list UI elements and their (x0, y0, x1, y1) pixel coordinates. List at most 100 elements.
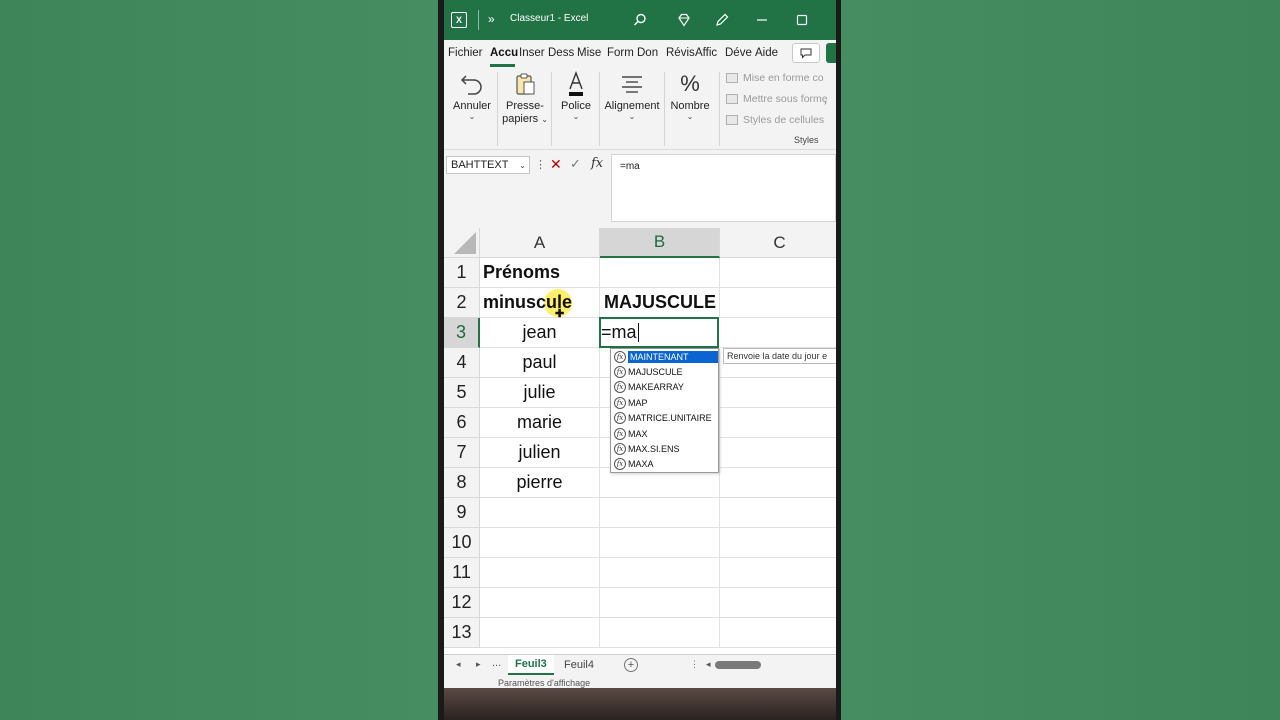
autocomplete-item-majuscule[interactable]: fx MAJUSCULE (611, 364, 718, 379)
row-header-13[interactable]: 13 (444, 618, 480, 648)
cell-b9[interactable] (600, 498, 720, 528)
cell-c2[interactable] (720, 288, 836, 318)
row-header-9[interactable]: 9 (444, 498, 480, 528)
share-button[interactable] (826, 43, 836, 63)
cell-c6[interactable] (720, 408, 836, 438)
conditional-formatting-button[interactable]: Mise en forme co (726, 72, 824, 84)
cell-a10[interactable] (480, 528, 600, 558)
cell-c5[interactable] (720, 378, 836, 408)
cell-b11[interactable] (600, 558, 720, 588)
format-as-table-button[interactable]: Mettre sous forme (726, 93, 828, 105)
autocomplete-item-makearray[interactable]: fx MAKEARRAY (611, 380, 718, 395)
name-box-chevron-down-icon[interactable]: ⌄ (519, 161, 526, 170)
tab-developpeur[interactable]: Déve (725, 47, 752, 59)
horizontal-scrollbar-thumb[interactable] (715, 661, 761, 669)
column-header-a[interactable]: A (480, 228, 600, 258)
tab-revision[interactable]: Révis (666, 47, 695, 59)
row-header-11[interactable]: 11 (444, 558, 480, 588)
tab-accueil[interactable]: Accu (490, 47, 518, 59)
comments-button[interactable] (792, 43, 820, 63)
tab-dessin[interactable]: Dess (548, 47, 574, 59)
confirm-entry-icon[interactable]: ✓ (570, 156, 581, 172)
tab-insertion[interactable]: Inser (519, 47, 545, 59)
ribbon-scroll-right-icon[interactable]: › (824, 98, 827, 107)
cell-a7[interactable]: julien (480, 438, 600, 468)
draw-pen-icon[interactable] (714, 12, 730, 28)
row-header-10[interactable]: 10 (444, 528, 480, 558)
cell-a2[interactable]: minuscule (480, 288, 600, 318)
cell-c1[interactable] (720, 258, 836, 288)
cell-c8[interactable] (720, 468, 836, 498)
cell-c10[interactable] (720, 528, 836, 558)
row-header-1[interactable]: 1 (444, 258, 480, 288)
cell-c9[interactable] (720, 498, 836, 528)
cell-c7[interactable] (720, 438, 836, 468)
cell-b1[interactable] (600, 258, 720, 288)
cell-b12[interactable] (600, 588, 720, 618)
sheet-tab-feuil4[interactable]: Feuil4 (557, 655, 601, 675)
row-header-6[interactable]: 6 (444, 408, 480, 438)
autocomplete-item-map[interactable]: fx MAP (611, 395, 718, 410)
cell-styles-button[interactable]: Styles de cellules (726, 114, 824, 126)
tab-aide[interactable]: Aide (755, 47, 778, 59)
sheet-next-icon[interactable]: ▸ (476, 659, 481, 670)
maximize-icon[interactable] (794, 12, 810, 28)
cell-a3[interactable]: jean (480, 318, 600, 348)
cell-b13[interactable] (600, 618, 720, 648)
cell-a8[interactable]: pierre (480, 468, 600, 498)
cell-a5[interactable]: julie (480, 378, 600, 408)
active-cell-b3[interactable]: =ma (599, 317, 719, 348)
cell-c11[interactable] (720, 558, 836, 588)
alignment-group[interactable]: Alignement ⌄ (603, 70, 661, 146)
cell-a11[interactable] (480, 558, 600, 588)
premium-diamond-icon[interactable] (676, 12, 692, 28)
name-box[interactable]: BAHTTEXT ⌄ (446, 156, 530, 174)
tab-fichier[interactable]: Fichier (448, 47, 483, 59)
column-header-c[interactable]: C (720, 228, 836, 258)
cell-b10[interactable] (600, 528, 720, 558)
row-header-4[interactable]: 4 (444, 348, 480, 378)
tab-split-handle-icon[interactable]: ⋮ (690, 659, 699, 670)
add-sheet-icon[interactable]: + (624, 658, 638, 672)
sheets-more[interactable]: ... (492, 657, 501, 669)
cell-c12[interactable] (720, 588, 836, 618)
undo-group[interactable]: Annuler ⌄ (450, 70, 494, 146)
cell-c3[interactable] (720, 318, 836, 348)
search-icon[interactable] (632, 12, 648, 28)
row-header-7[interactable]: 7 (444, 438, 480, 468)
cell-b2[interactable]: MAJUSCULE (600, 288, 720, 318)
row-header-12[interactable]: 12 (444, 588, 480, 618)
sheet-tab-feuil3[interactable]: Feuil3 (508, 655, 554, 675)
row-header-8[interactable]: 8 (444, 468, 480, 498)
select-all-corner[interactable] (444, 228, 480, 258)
tab-donnees[interactable]: Don (637, 47, 658, 59)
column-header-b[interactable]: B (600, 228, 720, 258)
formula-input[interactable]: =ma (611, 154, 836, 222)
autocomplete-item-max[interactable]: fx MAX (611, 426, 718, 441)
number-group[interactable]: % Nombre ⌄ (668, 70, 712, 146)
autocomplete-item-maxa[interactable]: fx MAXA (611, 457, 718, 472)
row-header-3[interactable]: 3 (444, 318, 480, 348)
font-group[interactable]: Police ⌄ (556, 70, 596, 146)
cell-a12[interactable] (480, 588, 600, 618)
clipboard-group[interactable]: Presse- papiers ⌄ (502, 70, 548, 146)
row-header-5[interactable]: 5 (444, 378, 480, 408)
display-settings[interactable]: Paramètres d'affichage (498, 678, 590, 688)
row-header-2[interactable]: 2 (444, 288, 480, 318)
autocomplete-item-matrice-unitaire[interactable]: fx MATRICE.UNITAIRE (611, 411, 718, 426)
cell-a4[interactable]: paul (480, 348, 600, 378)
cell-c13[interactable] (720, 618, 836, 648)
sheet-prev-icon[interactable]: ◂ (456, 659, 461, 670)
autocomplete-item-maintenant[interactable]: fx MAINTENANT (611, 349, 718, 364)
cell-a9[interactable] (480, 498, 600, 528)
tab-mise-en-page[interactable]: Mise (577, 47, 601, 59)
cell-a6[interactable]: marie (480, 408, 600, 438)
cell-a1[interactable]: Prénoms (480, 258, 600, 288)
insert-function-icon[interactable]: fx (591, 156, 603, 171)
cancel-entry-icon[interactable]: ✕ (550, 156, 562, 173)
scroll-left-icon[interactable]: ◂ (706, 659, 711, 670)
cell-a13[interactable] (480, 618, 600, 648)
more-commands-icon[interactable]: » (488, 12, 495, 26)
minimize-icon[interactable] (754, 12, 770, 28)
tab-formules[interactable]: Form (607, 47, 634, 59)
